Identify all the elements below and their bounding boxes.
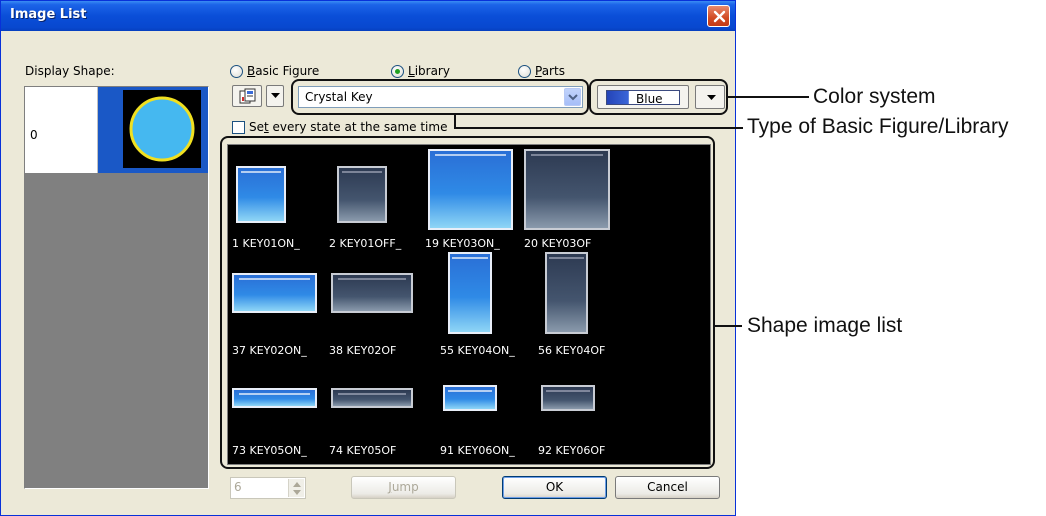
mnemonic-l: L xyxy=(408,64,415,78)
same-time-label: Set every state at the same time xyxy=(249,120,447,134)
window-title: Image List xyxy=(10,7,87,22)
mnemonic-b: B xyxy=(247,64,256,78)
image-list-highlight xyxy=(220,136,715,469)
shape-row-number: 0 xyxy=(30,128,38,142)
library-type-highlight xyxy=(291,79,589,115)
color-system-leader xyxy=(727,96,809,98)
radio-library-circle[interactable] xyxy=(391,64,404,78)
chevron-down-icon xyxy=(271,93,280,98)
type-leader-stem xyxy=(454,115,456,129)
display-shape-list[interactable]: 0 xyxy=(24,86,209,489)
same-time-prefix: Se xyxy=(249,120,264,134)
library-menu-arrow[interactable] xyxy=(266,85,284,107)
radio-library-label: Library xyxy=(408,64,450,78)
mnemonic-p: P xyxy=(535,64,542,78)
ok-button[interactable]: OK xyxy=(502,476,607,499)
jump-text: ump xyxy=(391,480,419,494)
cancel-button[interactable]: Cancel xyxy=(615,476,720,499)
same-time-checkbox[interactable] xyxy=(232,120,245,134)
library-select-button[interactable] xyxy=(232,85,262,107)
radio-library[interactable]: Library xyxy=(391,64,450,78)
callout-type: Type of Basic Figure/Library xyxy=(747,115,1009,138)
circle-shape-icon xyxy=(129,96,195,162)
library-icon xyxy=(239,88,256,104)
display-shape-label: Display Shape: xyxy=(25,64,115,78)
radio-basic-figure-label: Basic Figure xyxy=(247,64,319,78)
radio-library-text: ibrary xyxy=(414,64,450,78)
radio-basic-figure-text: asic Figure xyxy=(255,64,320,78)
same-time-text: every state at the same time xyxy=(268,120,448,134)
spinner-buttons[interactable] xyxy=(288,479,304,497)
shape-thumbnail xyxy=(123,90,201,168)
jump-button[interactable]: Jump xyxy=(351,476,456,499)
close-icon xyxy=(713,10,726,23)
radio-parts-circle[interactable] xyxy=(518,64,531,78)
radio-parts-label: Parts xyxy=(535,64,565,78)
shape-list-leader xyxy=(714,325,742,327)
same-time-checkbox-row[interactable]: Set every state at the same time xyxy=(232,120,447,134)
title-bar[interactable]: Image List xyxy=(1,1,735,31)
type-leader xyxy=(455,127,743,129)
radio-parts-text: arts xyxy=(541,64,565,78)
radio-basic-figure-circle[interactable] xyxy=(230,64,243,78)
callout-shape-list: Shape image list xyxy=(747,314,903,337)
close-button[interactable] xyxy=(707,5,730,27)
radio-parts[interactable]: Parts xyxy=(518,64,565,78)
callout-color-system: Color system xyxy=(813,85,936,108)
spinner-value: 6 xyxy=(234,480,242,494)
spin-up-icon[interactable] xyxy=(293,482,301,487)
spin-down-icon[interactable] xyxy=(293,490,301,495)
number-spinner[interactable]: 6 xyxy=(230,477,306,499)
radio-basic-figure[interactable]: Basic Figure xyxy=(230,64,319,78)
color-system-highlight xyxy=(589,79,728,115)
